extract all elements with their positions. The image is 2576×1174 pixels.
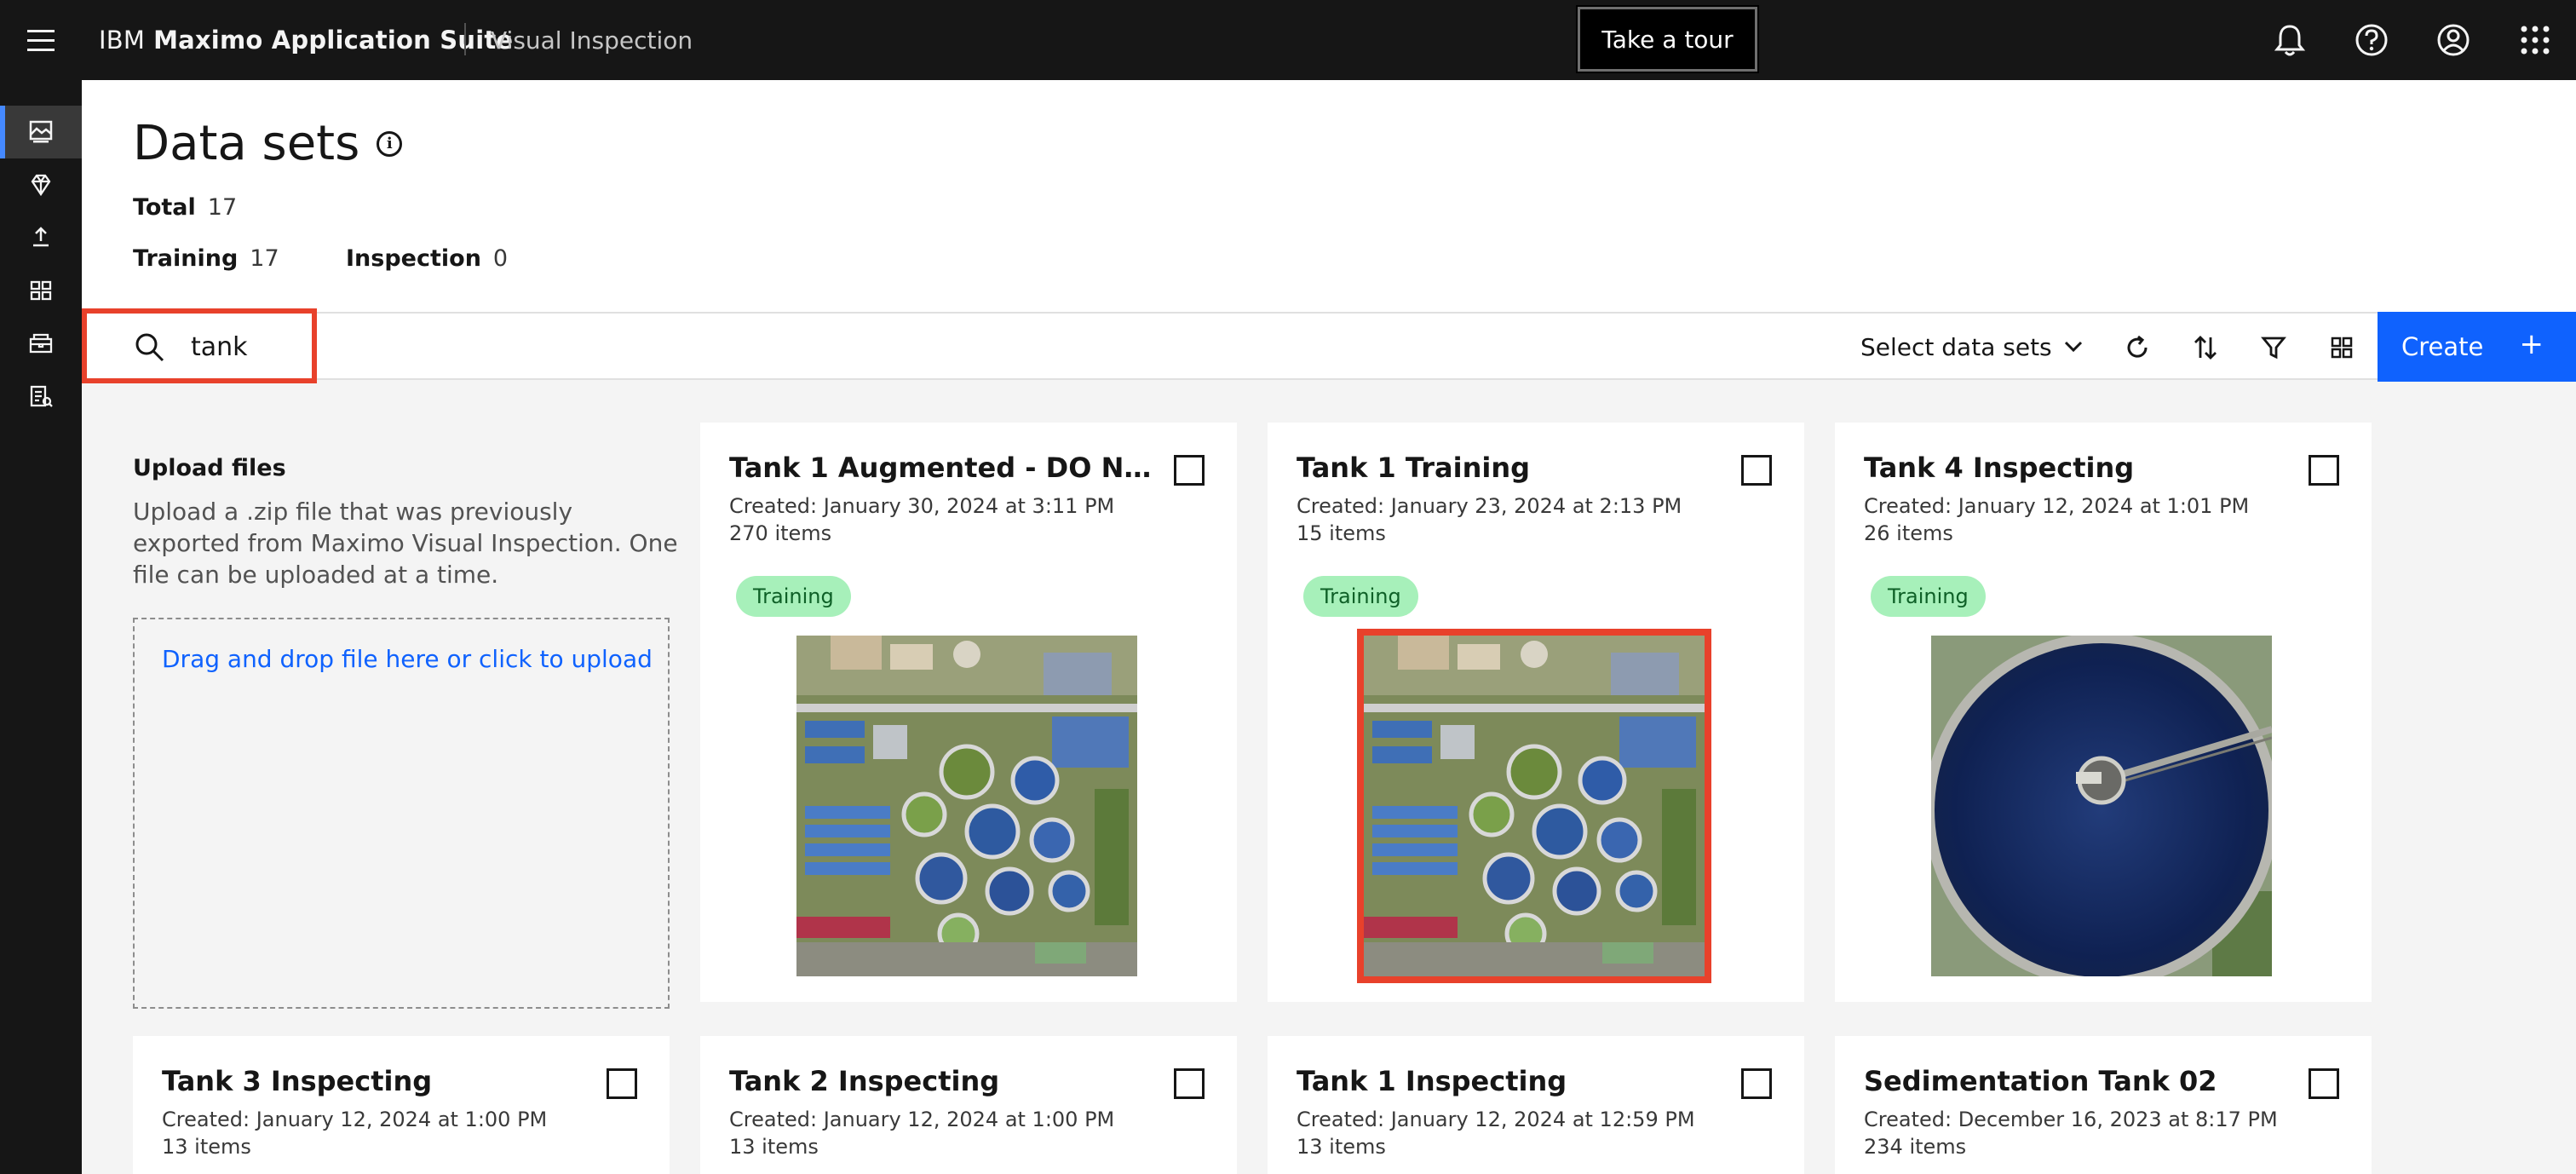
card-checkbox[interactable] [2309,455,2339,486]
dashboard-icon[interactable] [0,264,82,317]
deploy-icon[interactable] [0,211,82,264]
card-checkbox[interactable] [1741,455,1772,486]
card-created-date: Created: January 12, 2024 at 12:59 PM [1297,1108,1695,1131]
card-item-count: 15 items [1297,521,1386,545]
info-icon[interactable]: i [377,130,403,157]
product-name[interactable]: Visual Inspection [491,0,693,80]
card-created-date: Created: January 30, 2024 at 3:11 PM [729,494,1115,518]
card-checkbox[interactable] [1174,1068,1205,1099]
dataset-card[interactable]: Tank 4 Inspecting Created: January 12, 2… [1835,423,2372,1002]
card-title[interactable]: Tank 2 Inspecting [729,1065,1155,1097]
card-title[interactable]: Sedimentation Tank 02 [1864,1065,2290,1097]
refresh-icon[interactable] [2112,322,2163,373]
stat-training-label: Training [133,245,239,272]
create-button[interactable]: Create + [2378,312,2576,382]
page-title-text: Data sets [133,116,360,171]
card-checkbox[interactable] [2309,1068,2339,1099]
select-data-sets-label: Select data sets [1860,332,2052,361]
card-title[interactable]: Tank 3 Inspecting [162,1065,588,1097]
notification-icon[interactable] [2268,19,2311,61]
models-icon[interactable] [0,158,82,211]
stat-total-label: Total [133,194,196,221]
upload-description: Upload a .zip file that was previously e… [133,498,678,589]
brand-prefix: IBM [99,26,146,55]
dataset-card[interactable]: Tank 3 Inspecting Created: January 12, 2… [133,1036,670,1174]
status-tag: Training [1303,576,1418,617]
search-icon [135,332,165,366]
card-title[interactable]: Tank 1 Augmented - DO NOT D... [729,452,1155,484]
status-tag: Training [1871,576,1986,617]
brand-name: Maximo Application Suite [153,26,514,55]
search-box[interactable] [82,308,317,383]
add-icon: + [2519,327,2544,361]
app-switcher-icon[interactable] [2514,19,2556,61]
dataset-thumbnail[interactable] [1357,629,1711,983]
upload-heading: Upload files [133,455,286,481]
reports-icon[interactable] [0,370,82,423]
card-created-date: Created: January 12, 2024 at 1:01 PM [1864,494,2250,518]
user-avatar-icon[interactable] [2432,19,2475,61]
card-title[interactable]: Tank 1 Training [1297,452,1722,484]
take-a-tour-button[interactable]: Take a tour [1576,5,1759,73]
create-button-label: Create [2401,332,2484,361]
card-item-count: 13 items [729,1135,819,1159]
card-item-count: 270 items [729,521,832,545]
card-created-date: Created: January 12, 2024 at 1:00 PM [162,1108,548,1131]
header-divider [464,23,466,55]
sort-icon[interactable] [2180,322,2231,373]
dataset-card[interactable]: Tank 1 Training Created: January 23, 202… [1268,423,1804,1002]
dataset-card[interactable]: Sedimentation Tank 02 Created: December … [1835,1036,2372,1174]
page-title: Data sets i [133,116,403,171]
brand[interactable]: IBM Maximo Application Suite [99,0,513,80]
stat-total-value: 17 [207,194,238,221]
toolbar: Select data sets Create + [82,308,2576,383]
stat-inspection-value: 0 [492,245,509,272]
dataset-card[interactable]: Tank 1 Inspecting Created: January 12, 2… [1268,1036,1804,1174]
chevron-down-icon [2064,341,2082,353]
card-item-count: 13 items [1297,1135,1386,1159]
top-header: IBM Maximo Application Suite Visual Insp… [0,0,2576,80]
card-checkbox[interactable] [1174,455,1205,486]
dataset-card[interactable]: Tank 1 Augmented - DO NOT D... Created: … [700,423,1237,1002]
card-title[interactable]: Tank 4 Inspecting [1864,452,2290,484]
search-input[interactable] [191,331,310,363]
stat-inspection: Inspection 0 [346,245,508,272]
select-data-sets-dropdown[interactable]: Select data sets [1860,314,2083,380]
dataset-thumbnail[interactable] [796,636,1137,976]
menu-icon[interactable] [24,24,58,56]
stat-inspection-label: Inspection [346,245,481,272]
status-tag: Training [736,576,851,617]
data-sets-icon[interactable] [0,106,82,158]
card-created-date: Created: January 12, 2024 at 1:00 PM [729,1108,1115,1131]
dataset-card[interactable]: Tank 2 Inspecting Created: January 12, 2… [700,1036,1237,1174]
file-dropzone[interactable]: Drag and drop file here or click to uplo… [133,618,670,1009]
stat-total: Total 17 [133,194,237,221]
stat-training-value: 17 [250,245,279,272]
stat-training: Training 17 [133,245,279,272]
card-title[interactable]: Tank 1 Inspecting [1297,1065,1722,1097]
page-header: Data sets i Total 17 Training 17 Inspectio… [82,80,2576,312]
card-item-count: 13 items [162,1135,251,1159]
inspection-icon[interactable] [0,317,82,370]
card-checkbox[interactable] [1741,1068,1772,1099]
side-nav-rail [0,80,82,1174]
card-created-date: Created: December 16, 2023 at 8:17 PM [1864,1108,2278,1131]
card-item-count: 26 items [1864,521,1953,545]
help-icon[interactable] [2350,19,2393,61]
filter-icon[interactable] [2248,322,2299,373]
grid-view-icon[interactable] [2316,322,2367,373]
card-created-date: Created: January 23, 2024 at 2:13 PM [1297,494,1682,518]
upload-link[interactable]: Drag and drop file here or click to uplo… [162,645,653,673]
card-item-count: 234 items [1864,1135,1967,1159]
card-checkbox[interactable] [607,1068,637,1099]
dataset-thumbnail[interactable] [1931,636,2272,976]
